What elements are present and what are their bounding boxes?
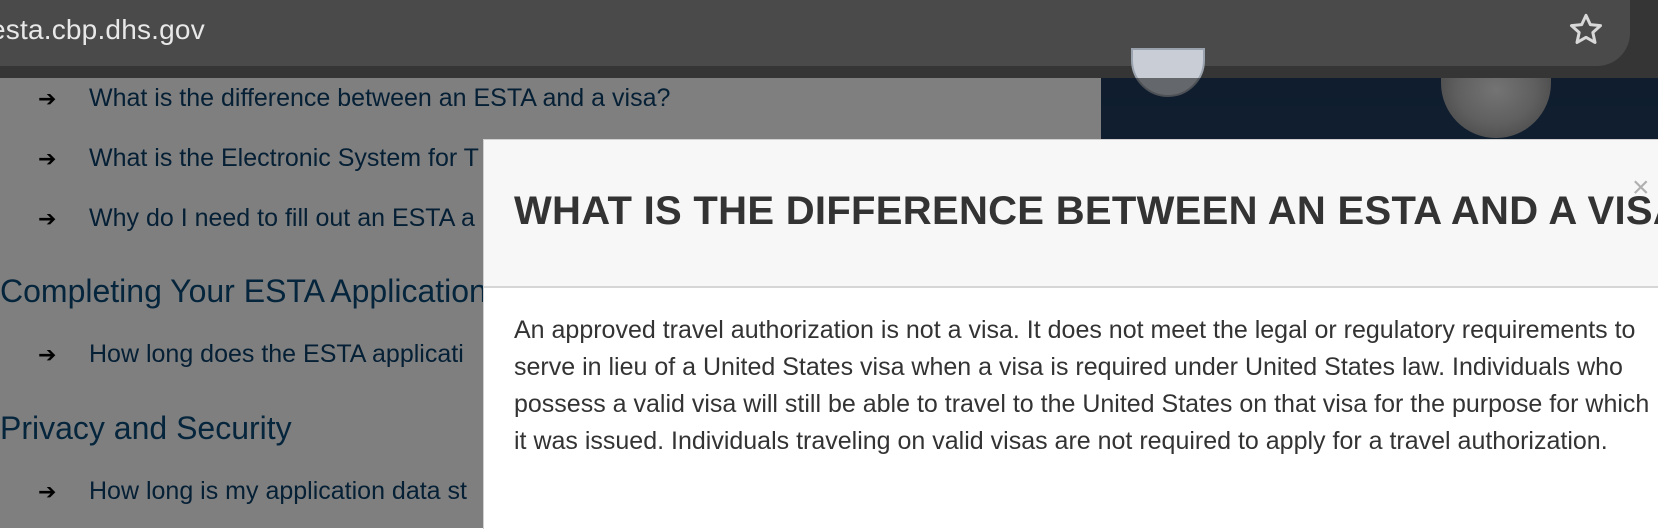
modal-header: WHAT IS THE DIFFERENCE BETWEEN AN ESTA A…	[484, 140, 1658, 288]
modal-body-text: An approved travel authorization is not …	[514, 316, 1650, 455]
browser-toolbar: esta.cbp.dhs.gov	[0, 0, 1658, 78]
faq-modal: WHAT IS THE DIFFERENCE BETWEEN AN ESTA A…	[483, 139, 1658, 529]
address-bar[interactable]: esta.cbp.dhs.gov	[0, 0, 1630, 66]
star-icon[interactable]	[1566, 10, 1606, 50]
url-text[interactable]: esta.cbp.dhs.gov	[0, 14, 205, 46]
modal-title: WHAT IS THE DIFFERENCE BETWEEN AN ESTA A…	[514, 189, 1658, 233]
close-icon[interactable]: ×	[1632, 173, 1650, 203]
